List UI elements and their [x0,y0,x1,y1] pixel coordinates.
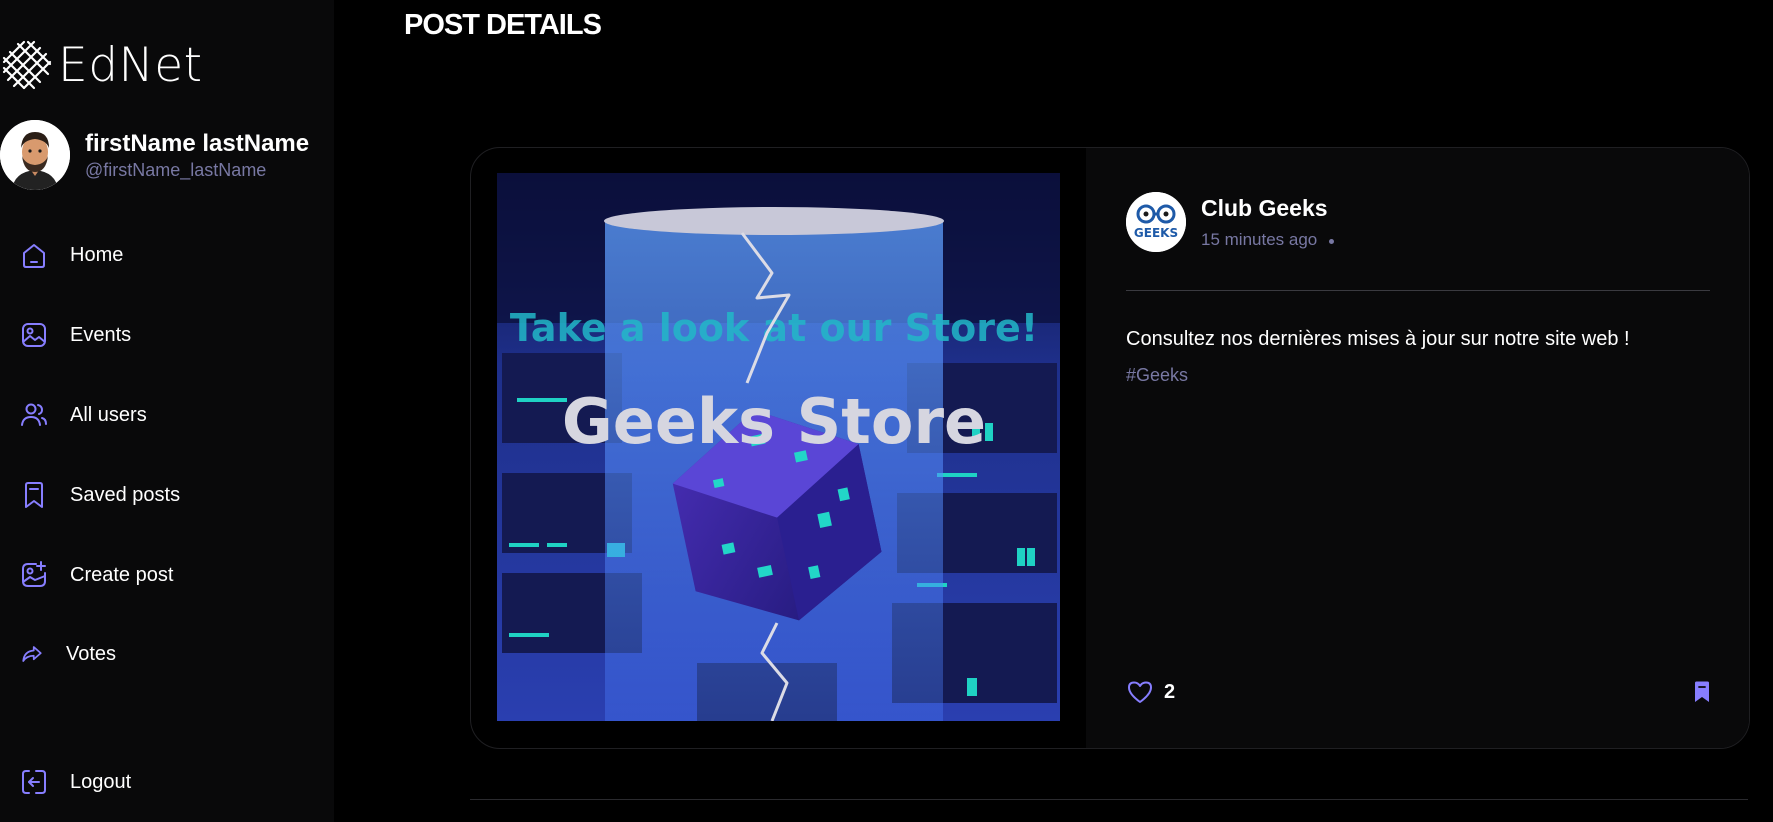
save-button[interactable] [1690,680,1714,709]
home-icon [23,244,45,268]
post-caption: Consultez nos dernières mises à jour sur… [1126,328,1630,350]
image-title: Geeks Store [562,385,986,458]
post-details: GEEKS Club Geeks 15 minutes ago Consulte… [1086,148,1749,748]
logout-button[interactable]: Logout [18,762,131,802]
image-headline: Take a look at our Store! [510,306,1038,350]
divider [1126,290,1710,291]
gallery-icon [22,323,46,347]
people-icon [21,403,47,426]
post-tag[interactable]: #Geeks [1126,365,1188,386]
post-card: Take a look at our Store! Geeks Store GE… [470,147,1750,749]
sidebar-item-label: Events [70,323,132,346]
sidebar-item-label: All users [70,403,147,426]
sidebar-item-label: Create post [70,563,174,586]
sidebar-item-label: Home [70,243,124,266]
separator-dot [1329,238,1335,244]
bottom-divider [470,799,1748,800]
sidebar-item-events[interactable]: Events [18,315,131,355]
bookmark-filled-icon [1695,681,1709,702]
logout-icon [22,770,46,794]
like-button[interactable]: 2 [1126,678,1175,706]
post-author[interactable]: GEEKS Club Geeks 15 minutes ago [1126,192,1335,252]
sidebar-item-home[interactable]: Home [18,235,123,275]
club-avatar: GEEKS [1126,192,1186,252]
sidebar-item-label: Votes [66,642,117,665]
like-count: 2 [1164,680,1176,703]
sidebar-item-votes[interactable]: Votes [18,634,116,674]
post-image[interactable]: Take a look at our Store! Geeks Store [497,173,1060,721]
club-avatar-text: GEEKS [1134,226,1178,240]
profile-name: firstName lastName [85,129,310,157]
profile[interactable]: firstName lastName @firstName_lastName [0,120,309,190]
sidebar: EdNet firstName lastName @firstName_last… [0,0,334,822]
post-time: 15 minutes ago [1201,229,1318,249]
page-title: POST DETAILS [404,9,602,41]
sidebar-item-saved-posts[interactable]: Saved posts [18,475,180,515]
gallery-add-icon [22,561,46,587]
share-arrow-icon [22,646,42,662]
logo-icon [2,40,52,90]
logout-label: Logout [70,770,132,793]
brand-name: EdNet [58,37,203,93]
profile-handle: @firstName_lastName [85,159,267,180]
sidebar-item-all-users[interactable]: All users [18,395,147,435]
sidebar-item-create-post[interactable]: Create post [18,555,173,595]
bookmark-icon [25,482,43,508]
heart-icon [1128,681,1152,703]
sidebar-item-label: Saved posts [70,483,181,506]
logo[interactable]: EdNet [0,36,203,94]
avatar [0,120,70,190]
author-name: Club Geeks [1201,194,1328,221]
